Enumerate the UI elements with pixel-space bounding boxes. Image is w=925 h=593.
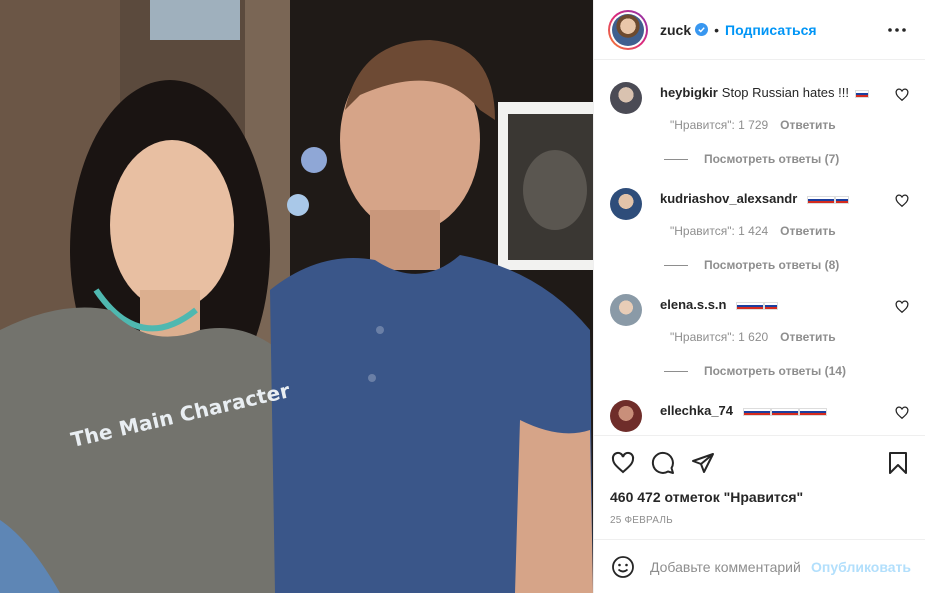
more-options-icon[interactable] [885,18,909,42]
comment-text: Stop Russian hates !!! [721,85,849,100]
header-separator: • [714,21,720,38]
comment-icon[interactable] [650,450,676,476]
post-actions-bar [594,435,925,489]
comment-username[interactable]: heybigkir [660,85,718,100]
comment-item: elena.s.s.n "Нравится": 1 620 Ответить П… [610,272,909,378]
verified-badge-icon [695,23,709,36]
replies-divider [664,370,688,372]
post-side-panel: zuck • Подписаться heybigkir Stop Russian… [593,0,925,593]
comment-like-heart-icon[interactable] [895,406,909,420]
view-replies-button[interactable]: Посмотреть ответы (7) [664,152,909,166]
comment-likes[interactable]: "Нравится": 1 424 [670,224,768,238]
comment-like-heart-icon[interactable] [895,300,909,314]
comment-username[interactable]: kudriashov_alexsandr [660,191,797,206]
commenter-avatar[interactable] [610,294,642,326]
russia-flag-icon [764,301,779,310]
replies-divider [664,158,688,160]
comment-like-heart-icon[interactable] [895,194,909,208]
emoji-icon[interactable] [610,554,636,580]
publish-button[interactable]: Опубликовать [811,559,911,575]
bookmark-icon[interactable] [885,450,911,476]
commenter-avatar[interactable] [610,82,642,114]
reply-button[interactable]: Ответить [780,330,835,344]
comment-input[interactable] [650,558,802,575]
post-date[interactable]: 25 ФЕВРАЛЬ [594,509,925,539]
comment-item: heybigkir Stop Russian hates !!! "Нравитс… [610,60,909,166]
follow-button[interactable]: Подписаться [725,22,817,38]
comment-item: kudriashov_alexsandr "Нравится": 1 424 О… [610,166,909,272]
russia-flag-icon [798,407,827,416]
share-icon[interactable] [690,450,716,476]
photo-illustration [0,0,593,593]
reply-button[interactable]: Ответить [780,224,835,238]
comment-likes[interactable]: "Нравится": 1 729 [670,118,768,132]
commenter-avatar[interactable] [610,400,642,432]
russia-flag-icon [854,89,869,98]
replies-divider [664,264,688,266]
reply-button[interactable]: Ответить [780,118,835,132]
commenter-avatar[interactable] [610,188,642,220]
view-replies-button[interactable]: Посмотреть ответы (8) [664,258,909,272]
comment-username[interactable]: elena.s.s.n [660,297,726,312]
russia-flag-icon [742,407,771,416]
view-replies-button[interactable]: Посмотреть ответы (14) [664,364,909,378]
comment-like-heart-icon[interactable] [895,88,909,102]
author-avatar[interactable] [608,9,648,50]
heart-icon[interactable] [610,450,636,476]
comment-likes[interactable]: "Нравится": 1 620 [670,330,768,344]
view-replies-label: Посмотреть ответы (14) [704,364,846,378]
add-comment-bar: Опубликовать [594,539,925,593]
russia-flag-icon [834,195,849,204]
view-replies-label: Посмотреть ответы (7) [704,152,840,166]
russia-flag-icon [736,301,765,310]
likes-count[interactable]: 460 472 отметок "Нравится" [594,489,925,509]
post-viewer: The Main Character zuck • Подписаться he… [0,0,925,593]
comment-item: ellechka_74 [610,378,909,432]
comments-list[interactable]: heybigkir Stop Russian hates !!! "Нравитс… [594,60,925,435]
russia-flag-icon [770,407,799,416]
view-replies-label: Посмотреть ответы (8) [704,258,840,272]
post-header: zuck • Подписаться [594,0,925,60]
post-photo[interactable]: The Main Character [0,0,593,593]
russia-flag-icon [806,195,835,204]
comment-username[interactable]: ellechka_74 [660,403,733,418]
author-username[interactable]: zuck [660,22,691,38]
